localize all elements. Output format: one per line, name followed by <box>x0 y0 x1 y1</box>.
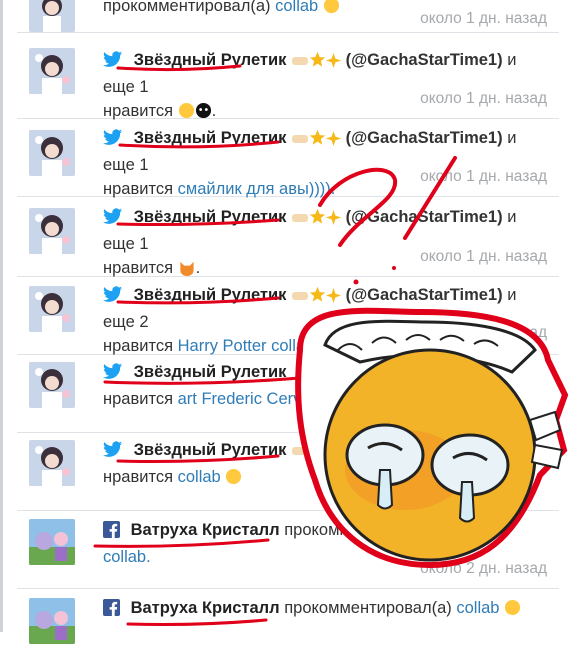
action-text: прокомментировал(а) <box>284 599 452 617</box>
user-name[interactable]: Ватруха Кристалл <box>131 521 280 539</box>
twitter-icon <box>103 441 123 465</box>
feed-item-text: Звёздный Рулетик (@GachaStarTime1) и еще… <box>103 205 549 283</box>
avatar[interactable] <box>29 130 75 176</box>
feed-item-text: Звёздный Рулетик (@GachaStarTime1) и еще… <box>103 283 549 358</box>
feed-link[interactable]: collab <box>178 468 221 486</box>
smile-emoji-icon <box>323 0 340 21</box>
avatar[interactable] <box>29 362 75 408</box>
feed-item: Звёздный Рулетик (@GachaStarTime1) и еще… <box>17 276 559 355</box>
user-name[interactable]: Звёздный Рулетик <box>134 129 287 147</box>
upside-down-emoji-icon <box>504 599 521 623</box>
likes-text: нравится <box>103 337 174 355</box>
timestamp: около 2 дн. назад <box>420 560 547 577</box>
feed-item: Ватруха Кристалл прокомментировал(а) col… <box>17 588 559 648</box>
likes-text: нравится <box>103 390 174 408</box>
user-handle[interactable]: (@GachaStarTime1) <box>346 129 503 147</box>
sparkles-emoji-icon <box>325 286 341 310</box>
avatar[interactable] <box>29 440 75 486</box>
feed-item: Звёздный Рулетик (@GachaStarTime1) и еще… <box>17 196 559 277</box>
star-emoji-icon <box>309 208 326 232</box>
sparkles-emoji-icon <box>325 208 341 232</box>
scroll-emoji-icon <box>291 51 309 75</box>
sparkles-emoji-icon <box>325 129 341 153</box>
user-name[interactable]: Звёздный Рулетик <box>134 363 287 381</box>
feed-item-text: Ватруха Кристалл прокомментировал(а) col… <box>103 596 549 623</box>
twitter-icon <box>103 208 123 232</box>
twitter-icon <box>103 51 123 75</box>
user-handle[interactable]: (@GachaStarTime1) <box>346 286 503 304</box>
user-name[interactable]: Звёздный Рулетик <box>134 286 287 304</box>
twitter-icon <box>103 129 123 153</box>
feed-item-text: Звёздный Рулетик (@GachaStarTime1) и еще… <box>103 126 549 201</box>
action-text: прокомменти <box>284 521 386 539</box>
feed-item-text: Звёздный Рулетик (@GachaStarTime1) и еще… <box>103 48 549 126</box>
feed-link[interactable]: Harry Potter collab. <box>178 337 319 355</box>
user-name[interactable]: Звёздный Рулетик <box>134 51 287 69</box>
likes-text: нравится <box>103 259 174 277</box>
activity-feed: прокомментировал(а) collab около 1 дн. н… <box>0 0 576 644</box>
feed-item: Звёздный Рулетик нравится art Frederic C… <box>17 354 559 433</box>
avatar[interactable] <box>29 48 75 94</box>
feed-item-text: Звёздный Рулетик нравится art Frederic C… <box>103 360 549 411</box>
avatar[interactable] <box>29 286 75 332</box>
feed-item: Звёздный Рулетик нравится collab <box>17 432 559 511</box>
timestamp: около 1 дн. назад <box>420 324 547 341</box>
avatar[interactable] <box>29 0 75 32</box>
avatar[interactable] <box>29 208 75 254</box>
action-text: прокомментировал(а) <box>103 0 271 15</box>
timestamp: около 1 дн. назад <box>420 90 547 107</box>
feed-link[interactable]: art Frederic Cerv <box>178 390 302 408</box>
feed-link[interactable]: collab <box>275 0 318 15</box>
likes-text: нравится <box>103 468 174 486</box>
user-handle[interactable]: (@GachaStarTime1) <box>346 51 503 69</box>
timestamp: около 1 дн. назад <box>420 10 547 27</box>
scroll-emoji-icon <box>291 129 309 153</box>
twitter-icon <box>103 286 123 310</box>
sparkles-emoji-icon <box>325 51 341 75</box>
star-emoji-icon <box>309 51 326 75</box>
feed-link[interactable]: tter <box>390 521 414 539</box>
feed-item-text: Звёздный Рулетик нравится collab <box>103 438 549 492</box>
timestamp: около 1 дн. назад <box>420 168 547 185</box>
feed-item: Ватруха Кристалл прокомменти tter collab… <box>17 510 559 589</box>
scroll-emoji-icon <box>291 286 309 310</box>
avatar[interactable] <box>29 598 75 644</box>
twitter-icon <box>103 363 123 387</box>
feed-item: прокомментировал(а) collab около 1 дн. н… <box>17 0 559 33</box>
star-emoji-icon <box>309 129 326 153</box>
feed-item: Звёздный Рулетик (@GachaStarTime1) и еще… <box>17 32 559 120</box>
upside-down-emoji-icon <box>225 468 242 492</box>
scroll-emoji-icon <box>291 441 309 465</box>
feed-item: Звёздный Рулетик (@GachaStarTime1) и еще… <box>17 118 559 198</box>
timestamp: около 1 дн. назад <box>420 248 547 265</box>
feed-left-border <box>0 0 3 632</box>
star-emoji-icon <box>309 286 326 310</box>
user-name[interactable]: Звёздный Рулетик <box>134 441 287 459</box>
avatar[interactable] <box>29 519 75 565</box>
user-name[interactable]: Звёздный Рулетик <box>134 208 287 226</box>
facebook-icon <box>103 599 120 623</box>
user-name[interactable]: Ватруха Кристалл <box>131 599 280 617</box>
facebook-icon <box>103 521 120 545</box>
feed-link[interactable]: collab <box>456 599 499 617</box>
scroll-emoji-icon <box>291 208 309 232</box>
user-handle[interactable]: (@GachaStarTime1) <box>346 208 503 226</box>
feed-link[interactable]: collab. <box>103 548 151 566</box>
